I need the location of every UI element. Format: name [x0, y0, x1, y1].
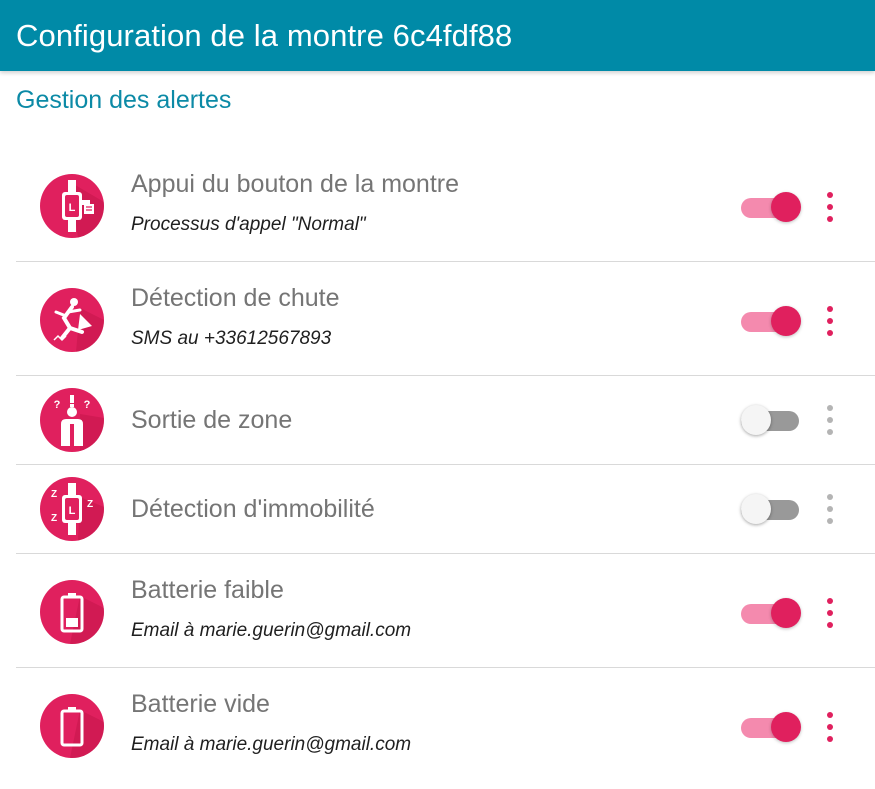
more-options-icon[interactable]: [816, 403, 844, 437]
fall-detection-icon: [40, 288, 104, 352]
alert-row-battery-low[interactable]: Batterie faible Email à marie.guerin@gma…: [16, 554, 875, 668]
svg-text:?: ?: [84, 399, 91, 411]
alert-title: Batterie vide: [131, 690, 270, 718]
immobility-icon: L Z Z Z: [40, 477, 104, 541]
more-options-icon[interactable]: [816, 304, 844, 338]
alert-toggle[interactable]: [741, 405, 801, 435]
alert-subtitle: Email à marie.guerin@gmail.com: [131, 620, 412, 641]
alert-list: L Appui du bouton de la montre Processus…: [16, 148, 875, 786]
alert-toggle[interactable]: [741, 494, 801, 524]
battery-empty-icon: [40, 694, 104, 758]
more-options-icon[interactable]: [816, 710, 844, 744]
alert-toggle[interactable]: [741, 598, 801, 628]
alert-row-watch-button[interactable]: L Appui du bouton de la montre Processus…: [16, 148, 875, 262]
alert-row-immobility[interactable]: L Z Z Z Détection d'immobilité: [16, 465, 875, 554]
alert-title: Appui du bouton de la montre: [131, 170, 460, 198]
svg-text:Z: Z: [87, 499, 93, 510]
alert-row-fall-detection[interactable]: Détection de chute SMS au +33612567893: [16, 262, 875, 376]
alert-toggle[interactable]: [741, 306, 801, 336]
svg-text:Z: Z: [51, 513, 57, 524]
alert-subtitle: Processus d'appel "Normal": [131, 214, 366, 235]
section-title: Gestion des alertes: [16, 86, 232, 114]
alert-toggle[interactable]: [741, 712, 801, 742]
alert-row-zone-exit[interactable]: ? ? Sortie de zone: [16, 376, 875, 465]
svg-text:L: L: [69, 505, 76, 517]
app-bar: Configuration de la montre 6c4fdf88: [0, 0, 875, 71]
more-options-icon[interactable]: [816, 596, 844, 630]
alert-title: Détection d'immobilité: [131, 495, 375, 523]
svg-text:?: ?: [54, 399, 61, 411]
svg-text:L: L: [69, 202, 76, 214]
alert-subtitle: Email à marie.guerin@gmail.com: [131, 734, 412, 755]
more-options-icon[interactable]: [816, 492, 844, 526]
alert-title: Batterie faible: [131, 576, 284, 604]
watch-button-press-icon: L: [40, 174, 104, 238]
svg-text:Z: Z: [51, 489, 57, 500]
alert-row-battery-empty[interactable]: Batterie vide Email à marie.guerin@gmail…: [16, 668, 875, 786]
zone-exit-icon: ? ?: [40, 388, 104, 452]
page-title: Configuration de la montre 6c4fdf88: [16, 17, 513, 53]
alert-toggle[interactable]: [741, 192, 801, 222]
more-options-icon[interactable]: [816, 190, 844, 224]
alert-title: Détection de chute: [131, 284, 340, 312]
battery-low-icon: [40, 580, 104, 644]
alert-title: Sortie de zone: [131, 406, 293, 434]
alert-subtitle: SMS au +33612567893: [131, 328, 332, 349]
